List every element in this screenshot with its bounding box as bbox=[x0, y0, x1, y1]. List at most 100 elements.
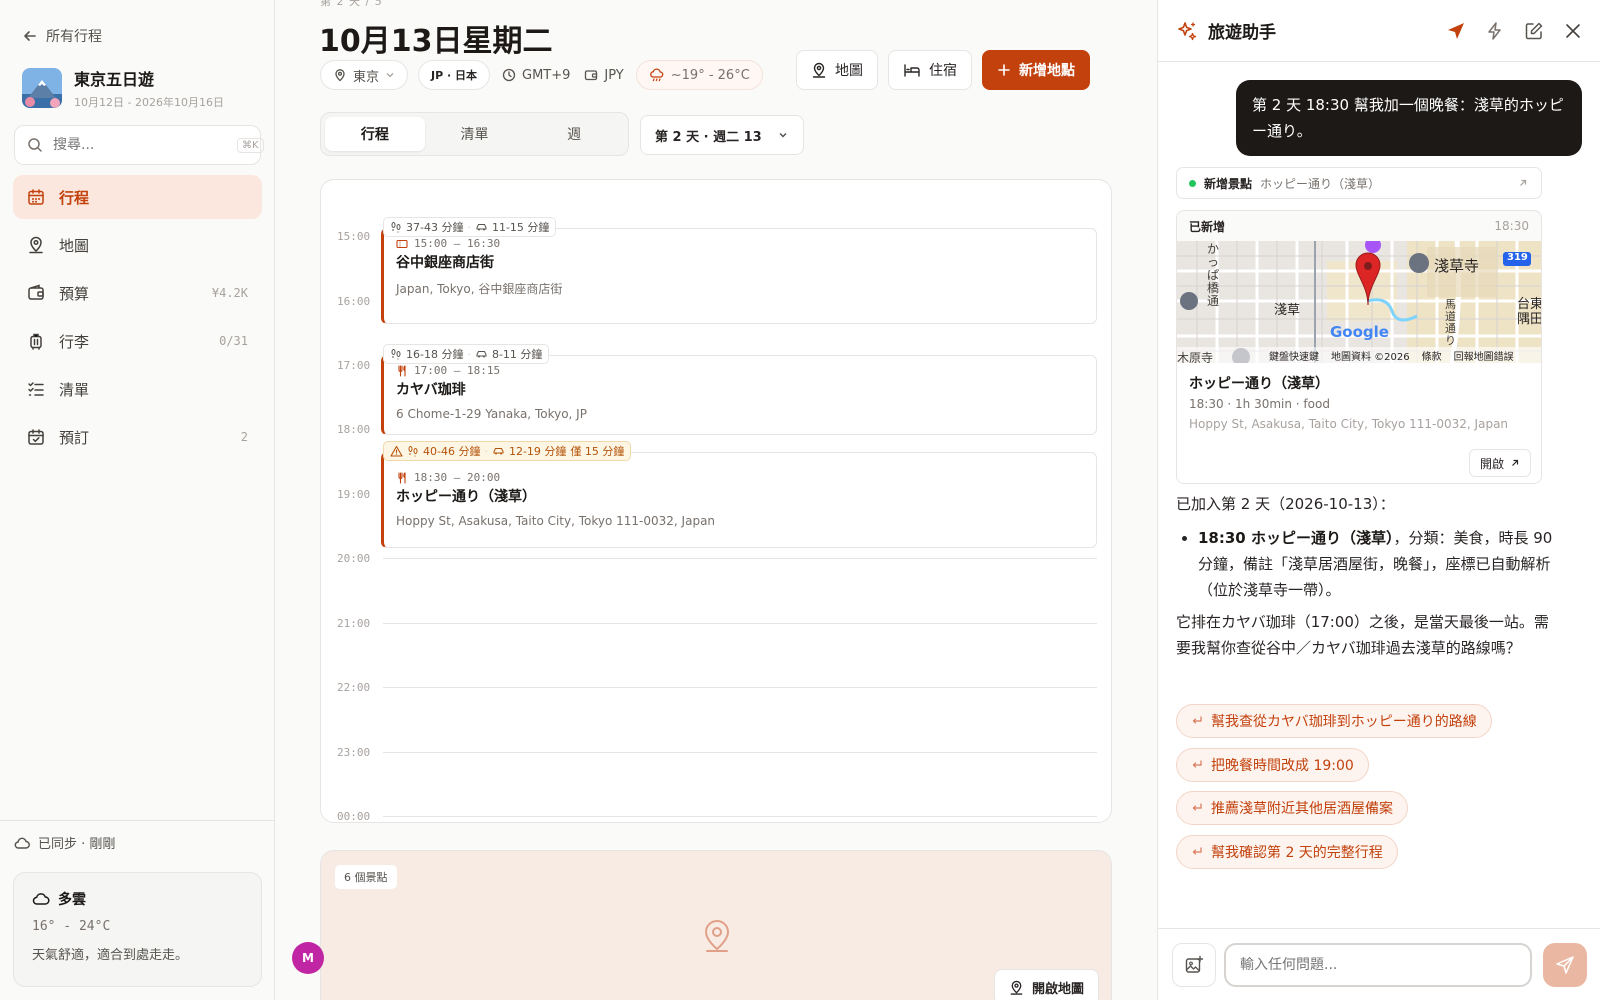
lodging-button[interactable]: 住宿 bbox=[888, 50, 972, 90]
map-footer: 鍵盤快速鍵 地圖資料 ©2026 條款 回報地圖錯誤 bbox=[1269, 348, 1514, 363]
tool-call-row[interactable]: 新增景點 ホッピー通り（淺草） bbox=[1176, 167, 1542, 199]
add-place-button[interactable]: 新增地點 bbox=[982, 50, 1090, 90]
event-card[interactable]: 15:00 – 16:30 谷中銀座商店街 Japan, Tokyo, 谷中銀座… bbox=[381, 228, 1097, 324]
car-icon bbox=[475, 221, 488, 233]
trip-title: 東京五日遊 bbox=[74, 70, 155, 89]
assistant-title: 旅遊助手 bbox=[1208, 23, 1276, 43]
tab-itinerary[interactable]: 行程 bbox=[325, 117, 425, 151]
map-footer-terms[interactable]: 條款 bbox=[1422, 348, 1442, 363]
hour-label: 23:00 bbox=[337, 746, 371, 759]
sidebar-item-label: 清單 bbox=[59, 380, 90, 399]
travel-time-warning-badge: 40-46 分鐘 · 12-19 分鐘 僅 15 分鐘 bbox=[383, 441, 632, 461]
map-button[interactable]: 地圖 bbox=[796, 50, 878, 90]
edit-icon[interactable] bbox=[1524, 21, 1544, 41]
sidebar-item-count: ¥4.2K bbox=[211, 286, 248, 300]
event-card[interactable]: 17:00 – 18:15 カヤバ珈琲 6 Chome-1-29 Yanaka,… bbox=[381, 355, 1097, 435]
tab-list[interactable]: 清單 bbox=[425, 117, 525, 151]
travel-time-badge: 37-43 分鐘 · 11-15 分鐘 bbox=[383, 217, 557, 237]
map-brand: Google bbox=[1330, 323, 1389, 341]
sidebar-item-checklist[interactable]: 清單 bbox=[13, 367, 262, 411]
open-map-button[interactable]: 開啟地圖 bbox=[993, 969, 1099, 1000]
map-footer-report[interactable]: 回報地圖錯誤 bbox=[1454, 348, 1514, 363]
sidebar-item-label: 行程 bbox=[59, 188, 90, 207]
open-place-button[interactable]: 開啟 bbox=[1468, 449, 1531, 477]
car-icon bbox=[492, 445, 505, 457]
search-input[interactable] bbox=[53, 137, 227, 153]
search-box[interactable]: ⌘K bbox=[14, 125, 264, 165]
hour-line bbox=[383, 816, 1097, 817]
place-map-thumbnail[interactable]: 淺草寺 淺草 台東 隅田 木原寺 かっぱ橋通 馬道通り 319 Google 鍵… bbox=[1177, 241, 1541, 363]
sidebar-item-count: 0/31 bbox=[219, 334, 248, 348]
city-chip[interactable]: 東京 bbox=[320, 60, 409, 90]
event-card[interactable]: 18:30 – 20:00 ホッピー通り（淺草） Hoppy St, Asaku… bbox=[381, 452, 1097, 548]
assistant-reply-list: 18:30 ホッピー通り（淺草），分類：美食，時長 90 分鐘，備註「淺草居酒屋… bbox=[1198, 525, 1556, 603]
attach-image-button[interactable] bbox=[1172, 943, 1216, 987]
clock-icon bbox=[502, 68, 516, 82]
checklist-icon bbox=[27, 380, 45, 398]
lightning-icon[interactable] bbox=[1486, 21, 1504, 41]
tab-week[interactable]: 週 bbox=[524, 117, 624, 151]
map-pin-icon bbox=[333, 68, 347, 82]
user-message-bubble: 第 2 天 18:30 幫我加一個晚餐：淺草的ホッピー通り。 bbox=[1236, 80, 1582, 156]
walk-duration: 16-18 分鐘 bbox=[406, 348, 464, 361]
event-title: 谷中銀座商店街 bbox=[396, 255, 494, 271]
event-address: Hoppy St, Asakusa, Taito City, Tokyo 111… bbox=[396, 514, 716, 528]
map-pin-icon bbox=[811, 62, 827, 78]
cloud-icon bbox=[14, 835, 30, 851]
sidebar-item-budget[interactable]: 預算 ¥4.2K bbox=[13, 271, 262, 315]
image-plus-icon bbox=[1184, 955, 1204, 975]
day-map-preview: 6 個景點 開啟地圖 bbox=[320, 850, 1112, 1000]
suggestion-chip[interactable]: 把晚餐時間改成 19:00 bbox=[1176, 748, 1369, 782]
map-pin-icon bbox=[1009, 980, 1024, 995]
hour-label: 18:00 bbox=[337, 423, 371, 436]
page-title: 10月13日星期二 bbox=[319, 24, 553, 59]
map-button-label: 地圖 bbox=[835, 63, 863, 79]
map-footer-keyboard[interactable]: 鍵盤快速鍵 bbox=[1269, 348, 1319, 363]
chat-input[interactable] bbox=[1224, 943, 1532, 987]
back-to-all-trips[interactable]: 所有行程 bbox=[22, 26, 102, 46]
cloud-icon bbox=[32, 890, 50, 908]
buffer-warning: 僅 15 分鐘 bbox=[570, 445, 625, 458]
hour-label: 16:00 bbox=[337, 295, 371, 308]
timezone-label: GMT+9 bbox=[522, 67, 571, 83]
spots-count-badge: 6 個景點 bbox=[335, 865, 397, 889]
ticket-icon bbox=[396, 238, 408, 250]
currency-label: JPY bbox=[604, 67, 624, 83]
map-label-place: 淺草寺 bbox=[1434, 257, 1480, 275]
utensils-icon bbox=[396, 471, 408, 484]
arrow-up-right-icon bbox=[1517, 177, 1529, 189]
avatar[interactable]: M bbox=[292, 942, 324, 974]
city-label: 東京 bbox=[353, 69, 380, 85]
event-time: 15:00 – 16:30 bbox=[396, 237, 1084, 250]
close-icon[interactable] bbox=[1564, 22, 1582, 40]
bed-icon bbox=[903, 62, 921, 78]
sidebar-item-itinerary[interactable]: 行程 bbox=[13, 175, 262, 219]
corner-down-left-icon bbox=[1191, 846, 1203, 858]
sidebar-item-bookings[interactable]: 預訂 2 bbox=[13, 415, 262, 459]
currency-chip: JPY bbox=[582, 60, 625, 90]
plus-icon bbox=[997, 63, 1011, 77]
open-map-label: 開啟地圖 bbox=[1031, 981, 1084, 997]
sidebar-item-luggage[interactable]: 行李 0/31 bbox=[13, 319, 262, 363]
weather-card: 多雲 16° - 24°C 天氣舒適，適合到處走走。 bbox=[13, 872, 262, 987]
hour-line bbox=[383, 687, 1097, 688]
car-icon bbox=[475, 348, 488, 360]
sidebar: 所有行程 東京五日遊 10月12日 - 2026年10月16日 搜尋... ⌘K… bbox=[0, 0, 275, 1000]
suggestion-chip[interactable]: 推薦淺草附近其他居酒屋備案 bbox=[1176, 791, 1408, 825]
sidebar-item-map[interactable]: 地圖 bbox=[13, 223, 262, 267]
send-button[interactable] bbox=[1543, 943, 1587, 987]
hour-label: 20:00 bbox=[337, 552, 371, 565]
event-time-range: 18:30 – 20:00 bbox=[414, 471, 501, 484]
forecast-chip: ~19° - 26°C bbox=[635, 60, 763, 90]
suggestion-chip[interactable]: 幫我查從カヤバ珈琲到ホッピー通り的路線 bbox=[1176, 704, 1492, 738]
place-address: Hoppy St, Asakusa, Taito City, Tokyo 111… bbox=[1189, 417, 1509, 431]
hour-line bbox=[383, 752, 1097, 753]
sidebar-nav: 行程 地圖 預算 ¥4.2K 行李 0/31 清單 預訂 2 bbox=[13, 175, 262, 463]
navigation-icon[interactable] bbox=[1446, 21, 1466, 41]
suggestion-chip[interactable]: 幫我確認第 2 天的完整行程 bbox=[1176, 835, 1398, 869]
lodging-button-label: 住宿 bbox=[929, 63, 957, 79]
walk-duration: 37-43 分鐘 bbox=[406, 221, 464, 234]
footprints-icon bbox=[390, 348, 402, 360]
luggage-icon bbox=[27, 332, 45, 350]
day-select-dropdown[interactable]: 第 2 天 · 週二 13 bbox=[640, 115, 804, 155]
